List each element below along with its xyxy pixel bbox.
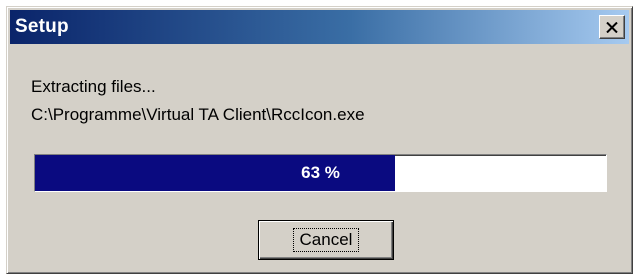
cancel-button[interactable]: Cancel [258, 220, 394, 260]
title-bar[interactable]: Setup [10, 10, 629, 44]
status-file-path: C:\Programme\Virtual TA Client\RccIcon.e… [31, 105, 365, 124]
progress-percent-label: 63 % [301, 163, 340, 182]
close-icon [606, 21, 618, 33]
window-title: Setup [15, 16, 69, 37]
cancel-button-label: Cancel [292, 228, 360, 252]
status-action-text: Extracting files... [31, 77, 156, 96]
progress-bar: 63 % [34, 154, 607, 192]
setup-dialog: Setup Extracting files... C:\Programme\V… [6, 6, 633, 274]
close-button[interactable] [599, 15, 625, 39]
